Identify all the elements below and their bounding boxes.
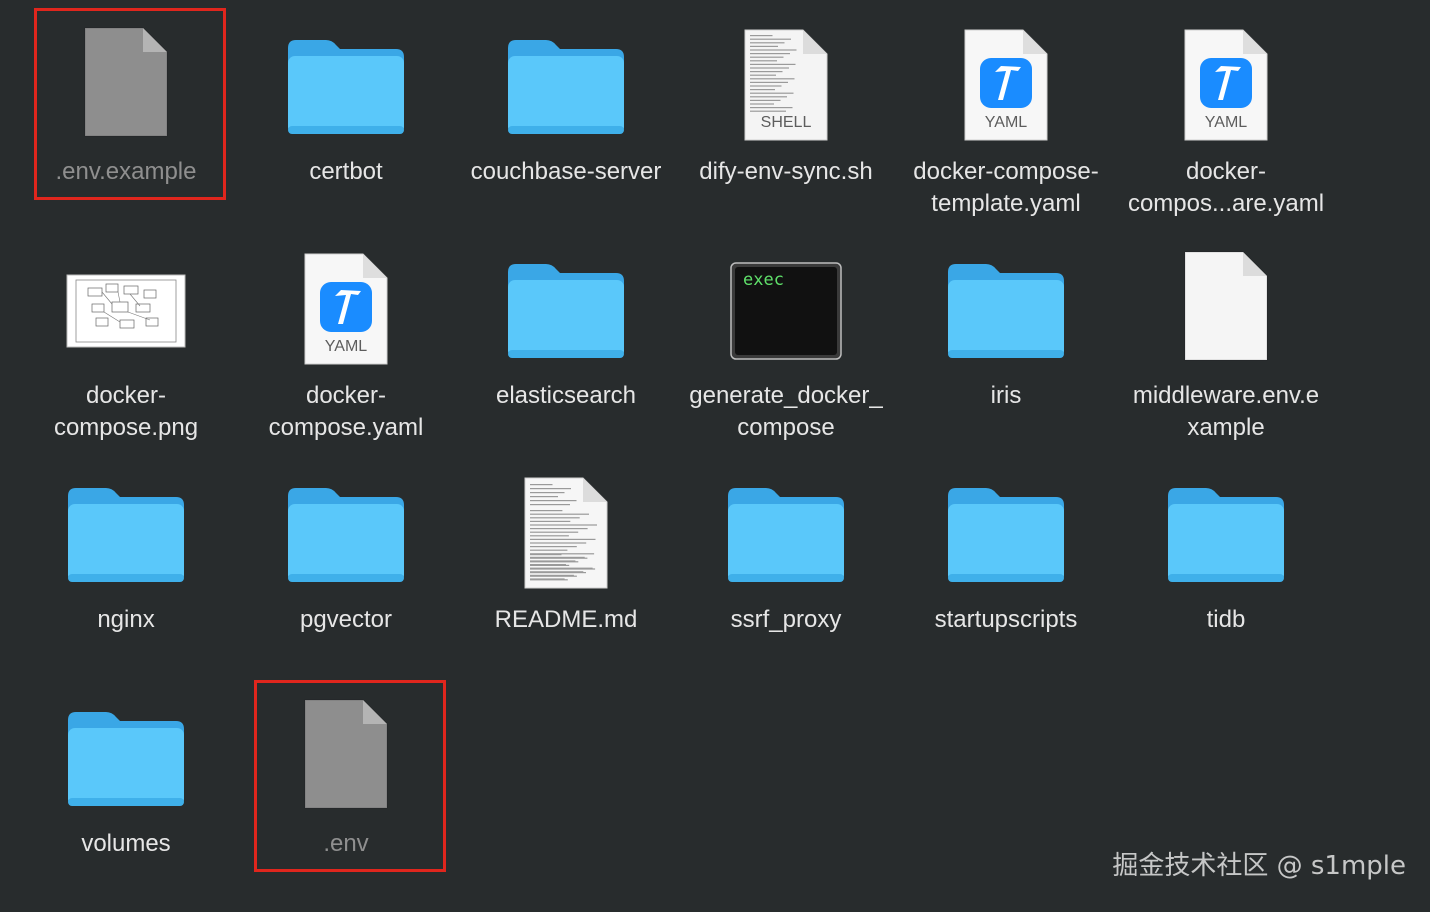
folder-icon <box>286 16 406 140</box>
file-item[interactable]: tidb <box>1116 464 1336 688</box>
file-name: pgvector <box>299 606 393 633</box>
file-item[interactable]: startupscripts <box>896 464 1116 688</box>
text-document-icon <box>506 464 626 592</box>
folder-icon <box>726 464 846 588</box>
file-item[interactable]: middleware.env.e xample <box>1116 240 1336 464</box>
file-name: docker- compos...are.yaml <box>1127 158 1325 217</box>
image-thumbnail-icon <box>66 256 186 366</box>
file-name: elasticsearch <box>495 382 637 409</box>
folder-icon <box>1166 464 1286 588</box>
file-item[interactable]: couchbase-server <box>456 16 676 240</box>
file-name: .env <box>323 830 369 857</box>
file-name: middleware.env.e xample <box>1132 382 1320 441</box>
file-item[interactable]: YAML docker-compose- template.yaml <box>896 16 1116 240</box>
folder-icon <box>506 240 626 364</box>
folder-icon <box>946 464 1066 588</box>
file-item[interactable]: SHELL dify-env-sync.sh <box>676 16 896 240</box>
file-item[interactable]: .env.example <box>16 8 236 240</box>
file-name: docker-compose- template.yaml <box>913 158 1099 217</box>
folder-icon <box>946 240 1066 364</box>
file-grid: .env.example certbot couchbase-server SH… <box>16 8 1336 912</box>
file-item[interactable]: docker- compose.png <box>16 240 236 464</box>
file-name: nginx <box>97 606 155 633</box>
yaml-file-icon <box>1166 16 1286 144</box>
file-item[interactable]: ssrf_proxy <box>676 464 896 688</box>
file-item[interactable]: iris <box>896 240 1116 464</box>
file-item[interactable]: certbot <box>236 16 456 240</box>
file-item[interactable]: pgvector <box>236 464 456 688</box>
document-icon <box>286 688 406 812</box>
document-icon <box>66 16 186 140</box>
yaml-file-icon <box>946 16 1066 144</box>
file-item[interactable]: YAML docker- compos...are.yaml <box>1116 16 1336 240</box>
file-item[interactable]: volumes <box>16 688 236 912</box>
file-name: couchbase-server <box>470 158 662 185</box>
folder-icon <box>66 688 186 812</box>
file-name: docker- compose.yaml <box>268 382 424 441</box>
file-name: startupscripts <box>934 606 1078 633</box>
file-name: volumes <box>81 830 171 857</box>
file-name: .env.example <box>55 158 197 185</box>
file-item[interactable]: README.md <box>456 464 676 688</box>
folder-icon <box>66 464 186 588</box>
file-item[interactable]: elasticsearch <box>456 240 676 464</box>
file-item[interactable]: .env <box>236 680 456 912</box>
yaml-file-icon <box>286 240 406 368</box>
terminal-exec-icon <box>726 258 846 360</box>
file-name: ssrf_proxy <box>730 606 842 633</box>
file-name: docker- compose.png <box>53 382 199 441</box>
file-name: README.md <box>494 606 638 633</box>
document-icon <box>1166 240 1286 364</box>
file-name: iris <box>990 382 1022 409</box>
file-item[interactable]: exec generate_docker_ compose <box>676 240 896 464</box>
file-name: tidb <box>1206 606 1246 633</box>
folder-icon <box>506 16 626 140</box>
file-item[interactable]: YAML docker- compose.yaml <box>236 240 456 464</box>
file-name: dify-env-sync.sh <box>699 158 873 185</box>
watermark: 掘金技术社区 @ s1mple <box>1112 851 1406 881</box>
file-item[interactable]: nginx <box>16 464 236 688</box>
file-name: generate_docker_ compose <box>689 382 883 441</box>
folder-icon <box>286 464 406 588</box>
file-name: certbot <box>309 158 383 185</box>
shell-script-icon <box>726 16 846 144</box>
